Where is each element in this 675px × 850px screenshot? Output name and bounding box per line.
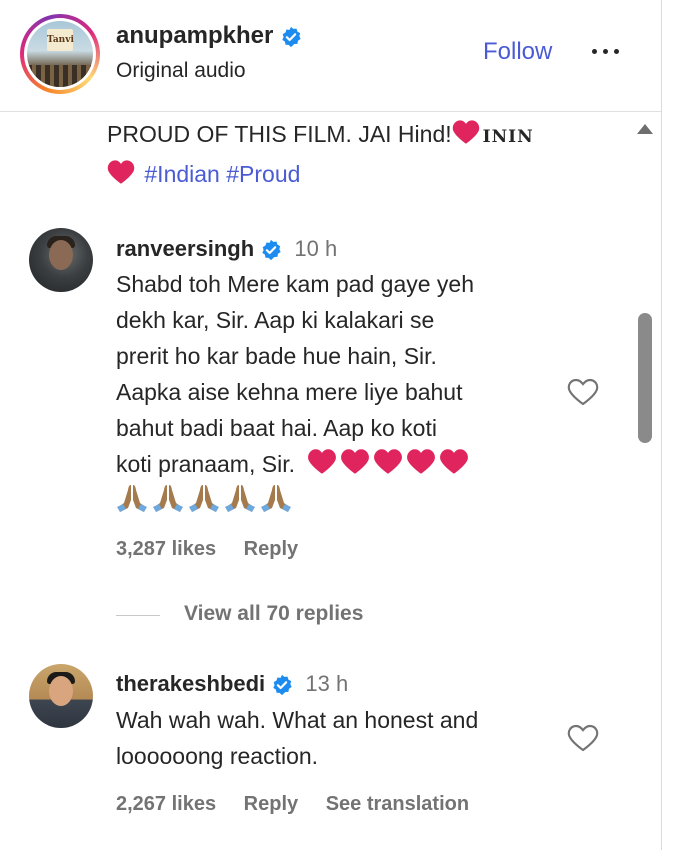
view-replies-button[interactable]: View all 70 replies (184, 602, 363, 626)
comment-line: loooooong reaction. (116, 743, 319, 769)
comment-meta: 3,287 likes Reply (116, 538, 320, 561)
comment-username-row: ranveersingh 10 h (116, 236, 337, 262)
comment-time[interactable]: 13 h (305, 671, 348, 696)
likes-count[interactable]: 3,287 likes (116, 538, 216, 560)
view-replies[interactable]: View all 70 replies (116, 598, 416, 634)
comment-text: Wah wah wah. What an honest and loooooon… (116, 702, 566, 774)
heart-outline-icon[interactable] (567, 377, 599, 407)
reply-button[interactable]: Reply (244, 538, 298, 560)
scrollbar-thumb[interactable] (638, 313, 652, 443)
caption-hashtags[interactable]: #Indian #Proud (144, 161, 300, 187)
red-heart-emoji (107, 159, 135, 196)
profile-avatar-ring[interactable]: Tanvi (20, 14, 100, 94)
comment-meta: 2,267 likes Reply See translation (116, 793, 491, 816)
more-options-icon[interactable] (588, 36, 624, 66)
comment-line: Aapka aise kehna mere liye bahut (116, 379, 463, 405)
audio-subtitle[interactable]: Original audio (116, 59, 246, 83)
post-header: Tanvi anupampkher Original audio Follow (0, 0, 661, 112)
comment-line: prerit ho kar bade hue hain, Sir. (116, 343, 437, 369)
follow-button[interactable]: Follow (483, 38, 552, 66)
red-hearts-emoji (307, 449, 472, 477)
heart-outline-icon[interactable] (567, 723, 599, 753)
caption-brand-text: ININ (482, 127, 534, 147)
replies-divider (116, 615, 160, 616)
panel-border (661, 0, 662, 850)
comment-line: Shabd toh Mere kam pad gaye yeh (116, 271, 475, 297)
avatar[interactable] (29, 228, 93, 292)
post-caption: PROUD OF THIS FILM. JAI Hind! ININ #India… (107, 116, 607, 196)
comment-time[interactable]: 10 h (294, 236, 337, 261)
likes-count[interactable]: 2,267 likes (116, 793, 216, 815)
red-heart-emoji (452, 119, 480, 156)
comment-line: bahut badi baat hai. Aap ko koti (116, 415, 437, 441)
caption-text: PROUD OF THIS FILM. JAI Hind! (107, 121, 452, 147)
comment-text: Shabd toh Mere kam pad gaye yeh dekh kar… (116, 266, 566, 518)
post-username[interactable]: anupampkher (116, 22, 273, 49)
reply-button[interactable]: Reply (244, 793, 298, 815)
post-username-row[interactable]: anupampkher (116, 22, 302, 50)
comment-line-with-emoji: koti pranaam, Sir. (116, 446, 566, 482)
scroll-up-arrow-icon[interactable] (637, 124, 653, 134)
see-translation-button[interactable]: See translation (326, 793, 469, 815)
comment-line: Wah wah wah. What an honest and (116, 707, 479, 733)
comment-line: dekh kar, Sir. Aap ki kalakari se (116, 307, 435, 333)
verified-badge-icon (280, 26, 302, 48)
poster-title-text: Tanvi (47, 29, 74, 51)
verified-badge-icon (260, 239, 282, 261)
comment-username[interactable]: therakeshbedi (116, 671, 265, 696)
avatar[interactable] (29, 664, 93, 728)
folded-hands-emoji (116, 482, 566, 518)
comment-username-row: therakeshbedi 13 h (116, 671, 348, 697)
comment-username[interactable]: ranveersingh (116, 236, 254, 261)
profile-avatar: Tanvi (27, 21, 93, 87)
post-panel: Tanvi anupampkher Original audio Follow … (0, 0, 662, 850)
verified-badge-icon (271, 674, 293, 696)
